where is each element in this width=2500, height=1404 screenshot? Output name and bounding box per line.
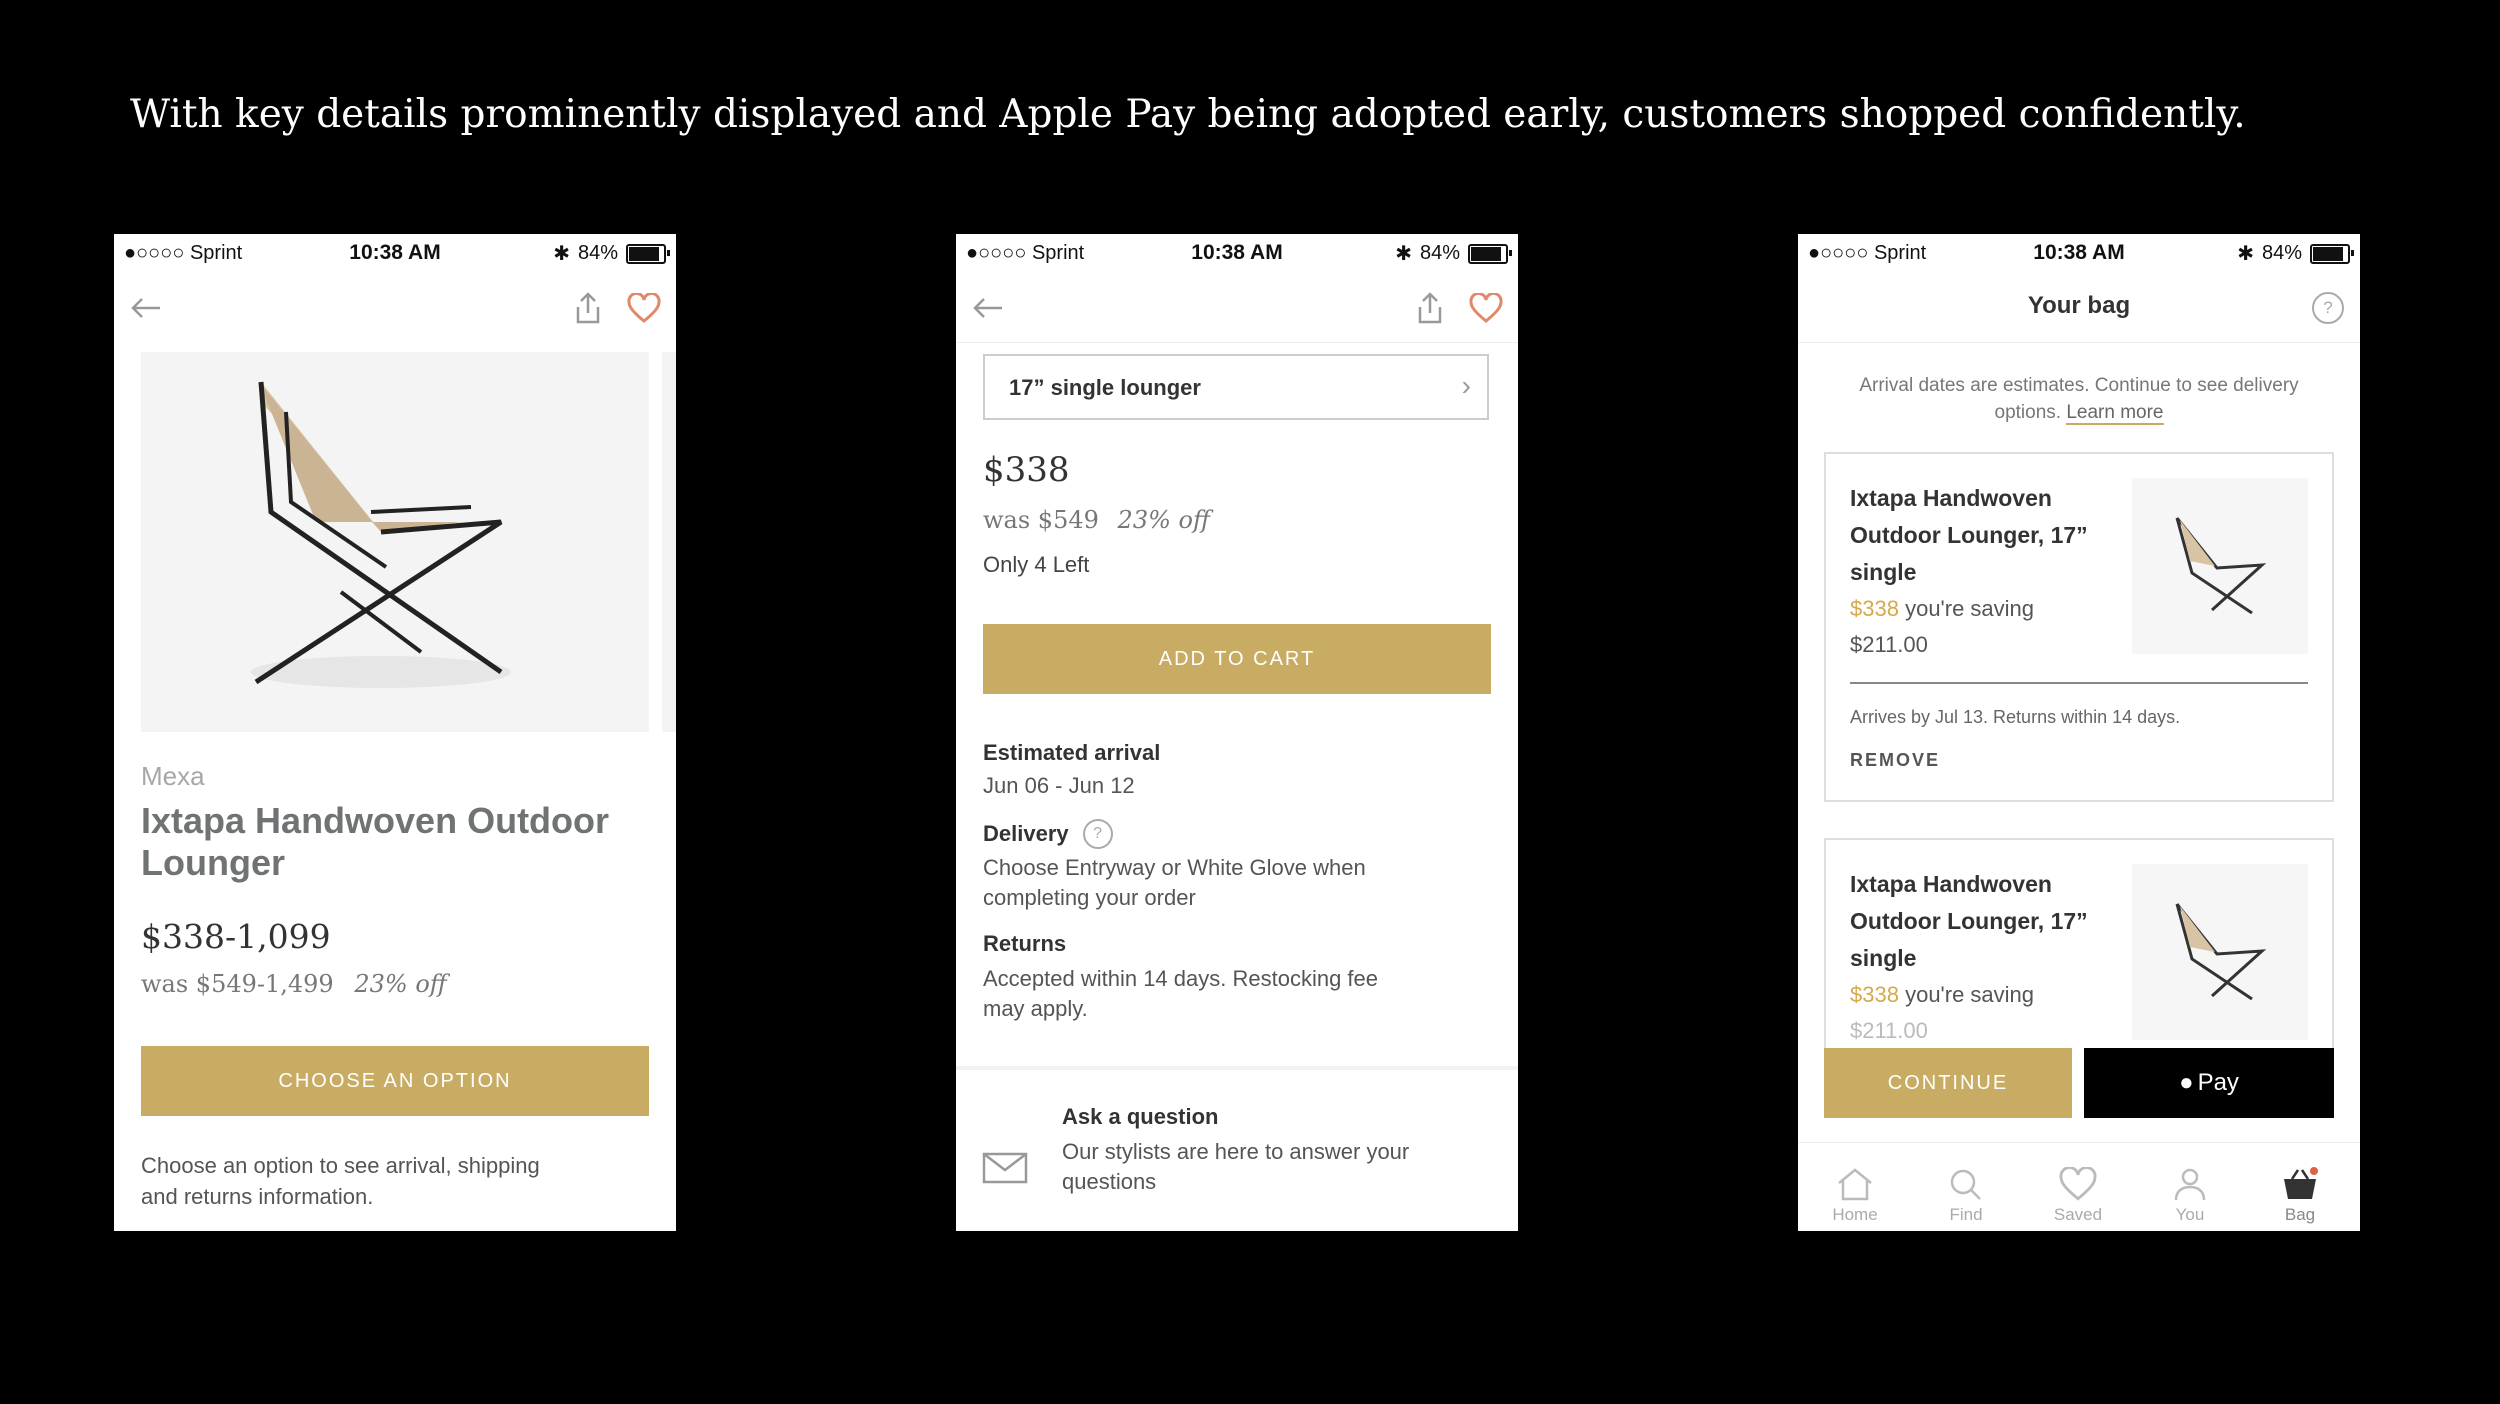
discount: 23% off bbox=[354, 970, 447, 998]
bag-screen: ●○○○○ Sprint 10:38 AM ✱ 84% Your bag ? Ar… bbox=[1798, 234, 2360, 1231]
option-selector[interactable]: 17” single lounger › bbox=[983, 354, 1489, 420]
ask-title: Ask a question bbox=[1062, 1104, 1219, 1129]
remove-button[interactable]: REMOVE bbox=[1850, 750, 1940, 771]
tab-label: Find bbox=[1949, 1205, 1983, 1224]
was-price: was $549 bbox=[983, 506, 1099, 534]
battery-percent: 84% bbox=[1419, 242, 1460, 264]
item-thumbnail[interactable] bbox=[2132, 478, 2308, 654]
arrival-label: Estimated arrival bbox=[983, 740, 1161, 765]
help-icon[interactable]: ? bbox=[2306, 286, 2350, 330]
battery-percent: 84% bbox=[577, 242, 618, 264]
tab-label: Bag bbox=[2284, 1205, 2316, 1224]
returns-label: Returns bbox=[983, 931, 1067, 956]
heart-icon bbox=[2059, 1167, 2097, 1201]
battery-percent: 84% bbox=[2261, 242, 2302, 264]
item-thumbnail[interactable] bbox=[2132, 864, 2308, 1040]
ask-question-row[interactable]: Ask a question Our stylists are here to … bbox=[956, 1070, 1518, 1230]
item-name: Ixtapa Handwoven Outdoor Lounger, 17” si… bbox=[1850, 485, 2088, 585]
item-price: $338 bbox=[1850, 596, 1899, 621]
help-icon[interactable]: ? bbox=[1082, 819, 1113, 849]
battery-icon bbox=[626, 243, 670, 264]
price: $338 bbox=[983, 450, 1070, 490]
continue-button[interactable]: CONTINUE bbox=[1824, 1048, 2072, 1118]
search-icon bbox=[1950, 1169, 1981, 1200]
tab-label: Home bbox=[1832, 1205, 1878, 1224]
product-screen: ●○○○○ Sprint 10:38 AM ✱ 84% Mexa Ixtapa H… bbox=[114, 234, 676, 1231]
apple-pay-button[interactable]: ● Pay bbox=[2084, 1048, 2334, 1118]
user-icon bbox=[2174, 1168, 2206, 1201]
saving-label: you're saving bbox=[1905, 982, 2035, 1007]
was-price: was $549-1,499 bbox=[141, 970, 334, 998]
saving-value: $211.00 bbox=[1850, 1018, 1928, 1043]
envelope-icon bbox=[982, 1152, 1028, 1189]
delivery-label: Delivery bbox=[983, 821, 1069, 846]
tab-you[interactable]: You bbox=[2150, 1167, 2230, 1225]
product-image[interactable] bbox=[141, 352, 649, 732]
apple-logo-icon: ● bbox=[2179, 1069, 2194, 1096]
bluetooth-icon: ✱ bbox=[553, 243, 570, 265]
stock-status: Only 4 Left bbox=[983, 552, 1090, 577]
heart-icon[interactable] bbox=[622, 286, 666, 330]
item-price: $338 bbox=[1850, 982, 1899, 1007]
saving-value: $211.00 bbox=[1850, 632, 1928, 657]
brand-name[interactable]: Mexa bbox=[141, 761, 205, 792]
learn-more-link[interactable]: Learn more bbox=[2066, 402, 2164, 425]
heart-icon[interactable] bbox=[1464, 286, 1508, 330]
status-bar: ●○○○○ Sprint 10:38 AM ✱ 84% bbox=[114, 234, 676, 272]
status-bar: ●○○○○ Sprint 10:38 AM ✱ 84% bbox=[1798, 234, 2360, 272]
arrival-info: Arrives by Jul 13. Returns within 14 day… bbox=[1850, 707, 2181, 727]
tab-label: You bbox=[2175, 1205, 2205, 1224]
arrival-value: Jun 06 - Jun 12 bbox=[983, 773, 1135, 798]
basket-icon bbox=[2284, 1167, 2318, 1199]
tab-bag[interactable]: Bag bbox=[2260, 1167, 2340, 1225]
home-icon bbox=[1838, 1168, 1872, 1201]
share-icon[interactable] bbox=[566, 286, 610, 330]
bag-item-card: Ixtapa Handwoven Outdoor Lounger, 17” si… bbox=[1824, 838, 2334, 1048]
tab-bar: Home Find Saved You Bag bbox=[1798, 1142, 2360, 1231]
option-value: 17” single lounger bbox=[1009, 375, 1201, 400]
bluetooth-icon: ✱ bbox=[1395, 243, 1412, 265]
bluetooth-icon: ✱ bbox=[2237, 243, 2254, 265]
add-to-cart-button[interactable]: ADD TO CART bbox=[983, 624, 1491, 694]
tab-saved[interactable]: Saved bbox=[2038, 1167, 2118, 1225]
option-note: Choose an option to see arrival, shippin… bbox=[141, 1153, 540, 1209]
back-arrow-icon[interactable] bbox=[124, 286, 168, 330]
tab-home[interactable]: Home bbox=[1815, 1167, 1895, 1225]
apple-pay-label: Pay bbox=[2197, 1069, 2239, 1096]
tab-find[interactable]: Find bbox=[1926, 1167, 2006, 1225]
page-title: Your bag bbox=[2027, 292, 2131, 319]
headline: With key details prominently displayed a… bbox=[130, 92, 2246, 137]
price: $338-1,099 bbox=[141, 917, 331, 956]
discount: 23% off bbox=[1117, 506, 1210, 534]
product-detail-screen: ●○○○○ Sprint 10:38 AM ✱ 84% 17” single lo… bbox=[956, 234, 1518, 1231]
chevron-right-icon: › bbox=[1461, 370, 1471, 401]
returns-value: Accepted within 14 days. Restocking fee … bbox=[983, 966, 1379, 1021]
share-icon[interactable] bbox=[1408, 286, 1452, 330]
product-title: Ixtapa Handwoven Outdoor Lounger bbox=[141, 800, 610, 883]
battery-icon bbox=[2310, 243, 2354, 264]
bag-item-card: Ixtapa Handwoven Outdoor Lounger, 17” si… bbox=[1824, 452, 2334, 802]
ask-body: Our stylists are here to answer your que… bbox=[1062, 1139, 1410, 1194]
item-name: Ixtapa Handwoven Outdoor Lounger, 17” si… bbox=[1850, 871, 2088, 971]
delivery-value: Choose Entryway or White Glove when comp… bbox=[983, 855, 1366, 910]
status-bar: ●○○○○ Sprint 10:38 AM ✱ 84% bbox=[956, 234, 1518, 272]
back-arrow-icon[interactable] bbox=[966, 286, 1010, 330]
battery-icon bbox=[1468, 243, 1512, 264]
saving-label: you're saving bbox=[1905, 596, 2035, 621]
tab-label: Saved bbox=[2053, 1205, 2103, 1224]
choose-option-button[interactable]: CHOOSE AN OPTION bbox=[141, 1046, 649, 1116]
